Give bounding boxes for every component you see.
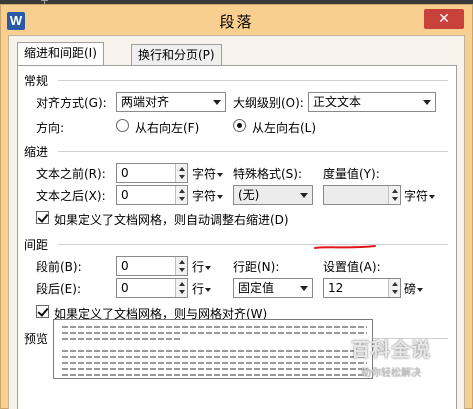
measure-spinner[interactable] (323, 185, 401, 205)
divider (58, 80, 448, 81)
after-text-unit-dropdown[interactable]: 字符 (192, 187, 224, 204)
alignment-label: 对齐方式(G): (36, 96, 107, 110)
before-text-spinner[interactable]: 0 (116, 163, 188, 183)
chevron-down-icon (423, 100, 431, 105)
tab-line-page-breaks[interactable]: 换行和分页(P) (131, 44, 222, 66)
annotation-underline (314, 245, 376, 249)
title-bar[interactable]: W 段落 ✕ (1, 5, 472, 35)
chevron-down-icon (205, 265, 212, 270)
watermark-title: 百科全说 (350, 339, 431, 361)
special-format-value: (无) (238, 188, 260, 202)
spinner-arrows-icon[interactable] (175, 257, 187, 275)
close-button[interactable]: ✕ (424, 9, 464, 29)
space-before-value: 0 (121, 259, 129, 273)
chevron-down-icon (429, 194, 436, 199)
spinner-arrows-icon[interactable] (388, 186, 400, 204)
section-general-heading: 常规 (24, 74, 49, 88)
space-after-spinner[interactable]: 0 (116, 278, 188, 298)
watermark-logo: 百科全说 助你轻松解决 (336, 335, 446, 379)
special-format-select[interactable]: (无) (233, 185, 313, 205)
measure-unit-dropdown[interactable]: 字符 (404, 187, 436, 204)
divider (58, 151, 448, 152)
paragraph-dialog: W 段落 ✕ 缩进和间距(I) 换行和分页(P) 常规 对齐方式(G): 两端对… (0, 4, 473, 409)
outline-level-value: 正文文本 (313, 95, 362, 109)
setting-unit-dropdown[interactable]: 磅 (404, 280, 424, 297)
line-spacing-select[interactable]: 固定值 (233, 278, 313, 298)
spinner-arrows-icon[interactable] (175, 164, 187, 182)
measure-label: 度量值(Y): (323, 167, 380, 181)
setting-value-spinner[interactable]: 12 (323, 278, 401, 298)
space-after-label: 段后(E): (36, 282, 81, 296)
rtl-radio[interactable] (116, 119, 129, 132)
chevron-down-icon (217, 194, 224, 199)
spinner-arrows-icon[interactable] (175, 279, 187, 297)
rtl-label[interactable]: 从右向左(F) (135, 119, 199, 136)
tab-indent-spacing[interactable]: 缩进和间距(I) (17, 42, 104, 66)
setting-value: 12 (328, 281, 344, 295)
chevron-down-icon (417, 287, 424, 292)
chevron-down-icon (217, 172, 224, 177)
special-format-label: 特殊格式(S): (233, 167, 303, 181)
chevron-down-icon (300, 193, 308, 198)
alignment-value: 两端对齐 (121, 95, 170, 109)
ltr-radio[interactable] (233, 119, 246, 132)
chevron-down-icon (213, 100, 221, 105)
line-spacing-value: 固定值 (238, 281, 275, 295)
space-before-spinner[interactable]: 0 (116, 256, 188, 276)
watermark-subtitle: 助你轻松解决 (361, 368, 421, 379)
before-text-unit-dropdown[interactable]: 字符 (192, 165, 224, 182)
chevron-down-icon (205, 287, 212, 292)
ltr-label[interactable]: 从左向右(L) (252, 119, 316, 136)
outline-level-select[interactable]: 正文文本 (308, 92, 436, 112)
before-text-value: 0 (121, 166, 129, 180)
space-after-value: 0 (121, 281, 129, 295)
outline-level-label: 大纲级别(O): (233, 96, 304, 110)
space-before-unit-dropdown[interactable]: 行 (192, 258, 212, 275)
spinner-arrows-icon[interactable] (175, 186, 187, 204)
section-indent-heading: 缩进 (24, 145, 49, 159)
divider (58, 244, 448, 245)
after-text-value: 0 (121, 188, 129, 202)
section-spacing-heading: 间距 (24, 238, 49, 252)
after-text-label: 文本之后(X): (36, 189, 106, 203)
space-before-label: 段前(B): (36, 260, 82, 274)
indent-grid-checkbox-label[interactable]: 如果定义了文档网格，则自动调整右缩进(D) (54, 211, 289, 228)
section-preview-heading: 预览 (24, 332, 49, 346)
dialog-title: 段落 (219, 13, 254, 31)
preview-pane (53, 319, 373, 379)
direction-label: 方向: (36, 121, 65, 135)
setting-value-label: 设置值(A): (323, 260, 381, 274)
spacing-grid-checkbox[interactable] (36, 305, 49, 318)
chevron-down-icon (300, 286, 308, 291)
space-after-unit-dropdown[interactable]: 行 (192, 280, 212, 297)
line-spacing-label: 行距(N): (233, 260, 280, 274)
spinner-arrows-icon[interactable] (388, 279, 400, 297)
after-text-spinner[interactable]: 0 (116, 185, 188, 205)
before-text-label: 文本之前(R): (36, 167, 106, 181)
indent-grid-checkbox[interactable] (36, 211, 49, 224)
alignment-select[interactable]: 两端对齐 (116, 92, 226, 112)
